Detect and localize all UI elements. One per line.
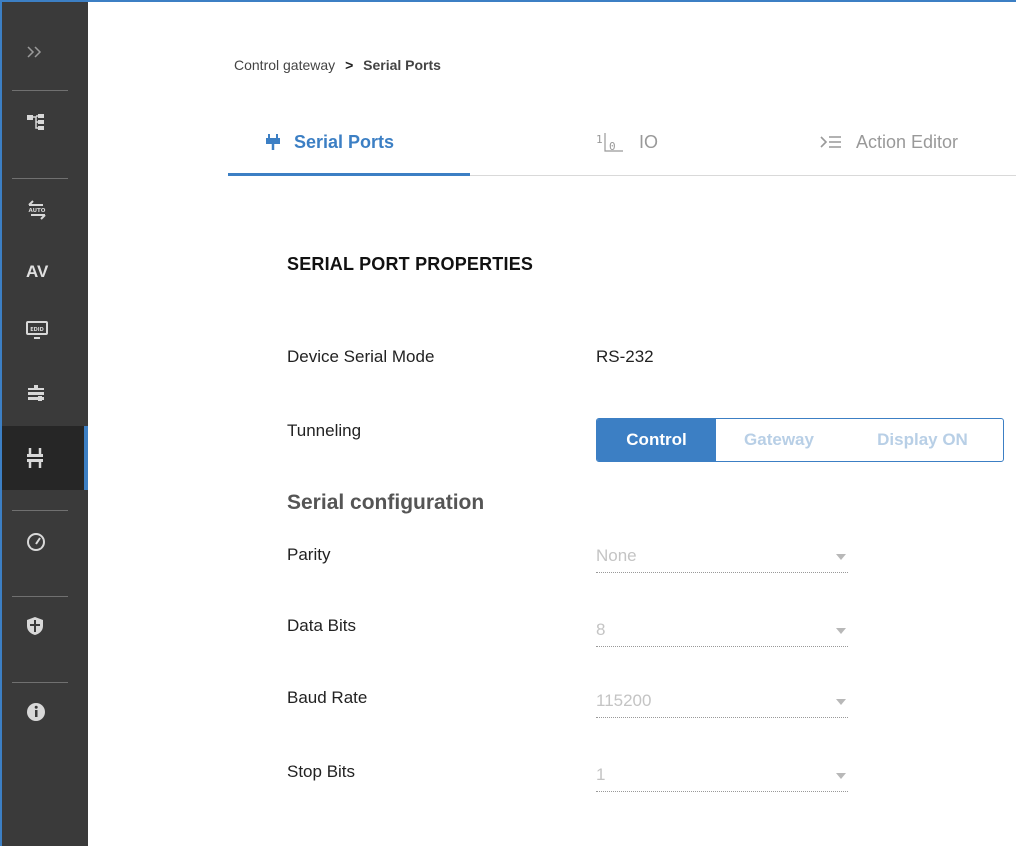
parity-select[interactable]: None: [596, 541, 848, 573]
serial-configuration-heading: Serial configuration: [287, 491, 485, 514]
info-icon: [26, 702, 46, 722]
tunneling-option-gateway[interactable]: Gateway: [716, 419, 842, 461]
serial-port-icon: [266, 133, 280, 151]
shield-icon: [26, 616, 44, 636]
stop-bits-value: 1: [596, 765, 606, 784]
tab-action-editor[interactable]: Action Editor: [820, 120, 958, 164]
baud-rate-value: 115200: [596, 691, 652, 710]
tab-bar: Serial Ports 10 IO Action Editor: [228, 120, 1016, 176]
sidebar-item-security[interactable]: [2, 604, 88, 648]
section-title: SERIAL PORT PROPERTIES: [287, 254, 534, 274]
tunneling-label: Tunneling: [287, 421, 362, 440]
action-list-icon: [820, 134, 842, 150]
sidebar-item-auto-switching[interactable]: AUTO: [2, 188, 88, 232]
sliders-icon: [26, 384, 46, 404]
speedometer-icon: [26, 532, 46, 552]
edid-icon: EDID: [26, 320, 48, 340]
breadcrumb-parent[interactable]: Control gateway: [234, 57, 335, 73]
baud-rate-label: Baud Rate: [287, 688, 368, 707]
sidebar-item-av[interactable]: AV: [2, 250, 88, 294]
baud-rate-select[interactable]: 115200: [596, 686, 848, 718]
stop-bits-label: Stop Bits: [287, 762, 356, 781]
sidebar-divider: [12, 682, 68, 683]
device-serial-mode-label: Device Serial Mode: [287, 347, 435, 366]
sidebar-item-edid[interactable]: EDID: [2, 308, 88, 352]
sidebar-divider: [12, 90, 68, 91]
sidebar-divider: [12, 178, 68, 179]
double-chevron-right-icon: [26, 45, 44, 59]
data-bits-value: 8: [596, 620, 606, 639]
breadcrumb-separator: >: [345, 57, 354, 73]
sidebar-item-dashboard[interactable]: [2, 520, 88, 564]
sidebar-divider: [12, 510, 68, 511]
auto-switch-icon: AUTO: [26, 199, 48, 221]
tunneling-option-control[interactable]: Control: [597, 419, 716, 461]
data-bits-label: Data Bits: [287, 616, 356, 635]
parity-label: Parity: [287, 545, 331, 564]
sidebar-item-expand[interactable]: [2, 30, 88, 74]
caret-down-icon: [836, 628, 846, 634]
device-serial-mode-value: RS-232: [596, 347, 654, 366]
sidebar-item-settings[interactable]: [2, 372, 88, 416]
window-top-border: [0, 0, 1016, 2]
breadcrumb-current: Serial Ports: [363, 57, 441, 73]
hierarchy-icon: [26, 113, 46, 131]
serial-connector-icon: [26, 447, 44, 469]
tunneling-segmented-control: Control Gateway Display ON: [596, 418, 1004, 462]
sidebar: AUTO AV EDID: [2, 2, 88, 846]
breadcrumb: Control gateway > Serial Ports: [234, 57, 441, 73]
av-label: AV: [26, 262, 49, 281]
tab-io[interactable]: 10 IO: [595, 120, 658, 164]
active-indicator: [84, 426, 88, 490]
caret-down-icon: [836, 554, 846, 560]
data-bits-select[interactable]: 8: [596, 615, 848, 647]
caret-down-icon: [836, 773, 846, 779]
tab-label: Serial Ports: [294, 131, 395, 152]
tunneling-option-display-on[interactable]: Display ON: [842, 419, 1003, 461]
parity-value: None: [596, 546, 637, 565]
tab-label: Action Editor: [856, 131, 959, 152]
caret-down-icon: [836, 699, 846, 705]
sidebar-item-about[interactable]: [2, 690, 88, 734]
active-tab-underline: [228, 173, 470, 176]
svg-text:0: 0: [609, 140, 616, 153]
tab-serial-ports[interactable]: Serial Ports: [266, 120, 394, 164]
svg-text:1: 1: [596, 133, 603, 146]
svg-text:EDID: EDID: [30, 327, 44, 333]
stop-bits-select[interactable]: 1: [596, 760, 848, 792]
sidebar-item-routing[interactable]: [2, 100, 88, 144]
sidebar-item-control-gateway[interactable]: [2, 426, 88, 490]
svg-text:AUTO: AUTO: [29, 208, 46, 214]
sidebar-divider: [12, 596, 68, 597]
tab-label: IO: [639, 131, 659, 152]
io-icon: 10: [595, 131, 625, 153]
